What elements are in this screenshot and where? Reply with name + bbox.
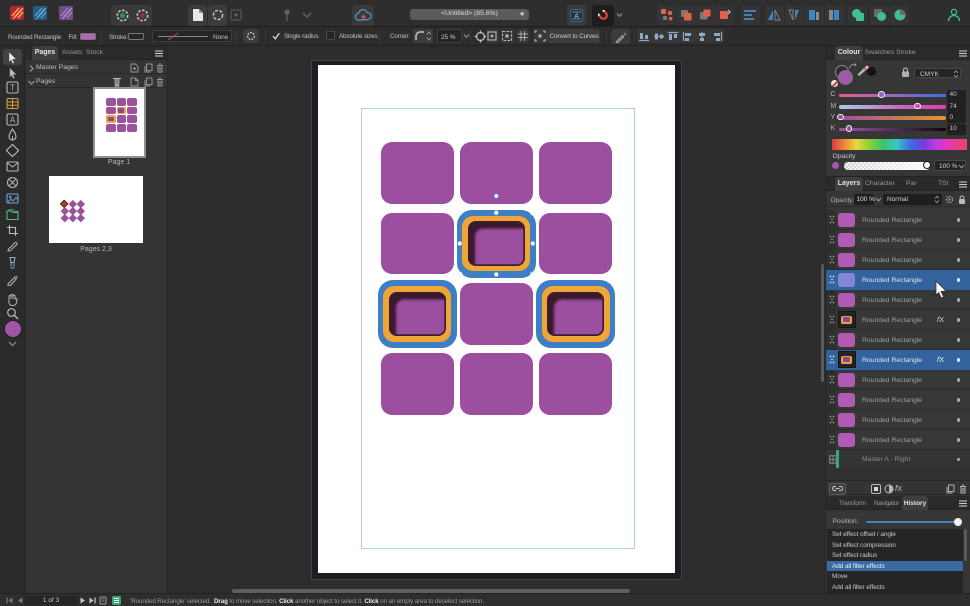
svg-text:A: A [574,13,579,20]
svg-text:T: T [10,84,15,93]
svg-text:A: A [10,116,16,125]
